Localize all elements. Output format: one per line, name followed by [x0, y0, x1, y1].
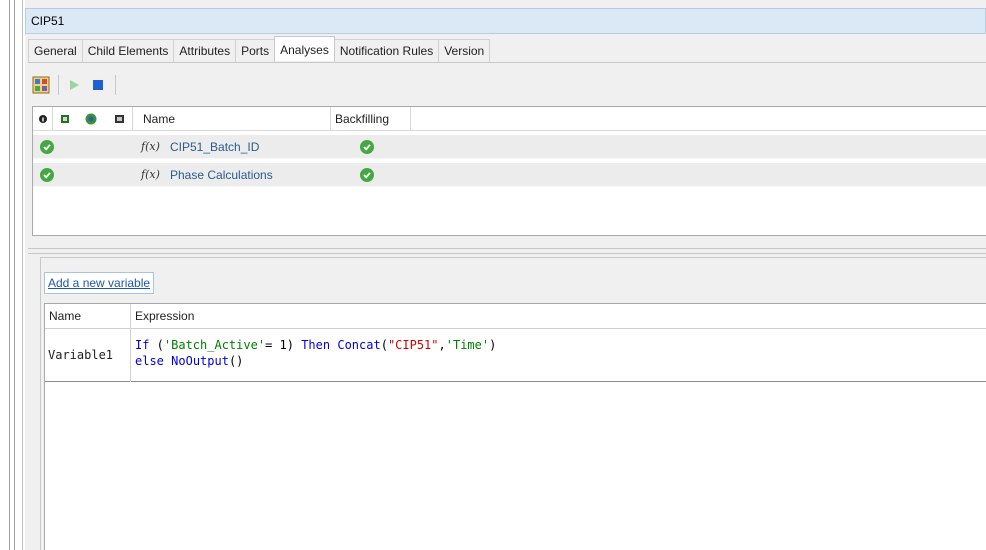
expr-token: ( — [149, 338, 164, 352]
expr-token: () — [228, 354, 244, 368]
tab-child-elements[interactable]: Child Elements — [81, 39, 175, 63]
category-icon[interactable] — [105, 107, 133, 131]
tab-strip: General Child Elements Attributes Ports … — [28, 36, 491, 63]
analysis-row[interactable]: f(x) Phase Calculations — [33, 163, 986, 187]
expr-token: , — [438, 338, 446, 352]
expr-token: NoOutput — [171, 354, 229, 368]
expr-token: ) — [489, 338, 497, 352]
status-ok-icon — [40, 140, 54, 154]
expr-token: 'Batch_Active' — [163, 338, 266, 352]
function-icon: f(x) — [141, 168, 160, 181]
tab-ports[interactable]: Ports — [235, 39, 276, 63]
variables-table: Name Expression Variable1 If ('Batch_Act… — [44, 303, 986, 550]
element-details-pane: CIP51 General Child Elements Attributes … — [25, 0, 986, 550]
expr-token: = — [265, 338, 280, 352]
expr-token: Then — [301, 338, 331, 352]
tab-general[interactable]: General — [28, 39, 83, 63]
variable-expression[interactable]: If ('Batch_Active'= 1) Then Concat("CIP5… — [135, 337, 496, 369]
backfilling-ok-icon — [360, 140, 374, 154]
function-icon: f(x) — [141, 140, 160, 153]
add-variable-link[interactable]: Add a new variable — [44, 272, 155, 294]
tab-notification-rules[interactable]: Notification Rules — [333, 39, 440, 63]
tab-version[interactable]: Version — [438, 39, 491, 63]
backfilling-column-header[interactable]: Backfilling — [331, 107, 411, 131]
tab-divider — [28, 62, 986, 63]
expr-token: else — [135, 354, 164, 368]
variable-row[interactable]: Variable1 If ('Batch_Active'= 1) Then Co… — [45, 329, 986, 382]
run-icon[interactable] — [63, 74, 85, 96]
element-title: CIP51 — [31, 14, 65, 28]
variables-panel: Add a new variable Name Expression Varia… — [40, 257, 986, 550]
analysis-template-icon[interactable] — [30, 74, 52, 96]
analyses-toolbar — [30, 71, 120, 99]
stop-icon[interactable] — [87, 74, 109, 96]
expr-token: ( — [380, 338, 388, 352]
variable-name[interactable]: Variable1 — [45, 329, 131, 382]
expression-column-header[interactable]: Expression — [131, 304, 194, 329]
pane-splitter[interactable] — [28, 248, 986, 254]
analyses-grid: Name Backfilling f(x) CIP51_Batch_ID f(x… — [32, 106, 986, 236]
variables-table-header: Name Expression — [45, 304, 986, 329]
toolbar-separator — [58, 75, 59, 95]
analysis-name: Phase Calculations — [170, 168, 273, 182]
expr-token: 1 — [279, 338, 287, 352]
analyses-grid-header: Name Backfilling — [33, 107, 986, 131]
expr-token: Concat — [337, 338, 381, 352]
info-icon[interactable] — [33, 107, 53, 131]
backfill-status-icon[interactable] — [53, 107, 77, 131]
expr-token: If — [135, 338, 150, 352]
analysis-name: CIP51_Batch_ID — [170, 140, 260, 154]
status-ok-icon — [40, 168, 54, 182]
expr-token: 'Time' — [445, 338, 490, 352]
left-border — [0, 0, 24, 550]
tab-attributes[interactable]: Attributes — [173, 39, 237, 63]
analysis-row[interactable]: f(x) CIP51_Batch_ID — [33, 135, 986, 159]
name-column-header[interactable]: Name — [137, 107, 331, 131]
tab-analyses[interactable]: Analyses — [274, 36, 335, 61]
element-title-bar: CIP51 — [25, 8, 986, 34]
expr-token: "CIP51" — [387, 338, 439, 352]
variable-name-column-header[interactable]: Name — [45, 304, 131, 329]
backfilling-ok-icon — [360, 168, 374, 182]
toolbar-separator — [115, 75, 116, 95]
expr-token: ) — [286, 338, 302, 352]
refresh-icon[interactable] — [77, 107, 105, 131]
